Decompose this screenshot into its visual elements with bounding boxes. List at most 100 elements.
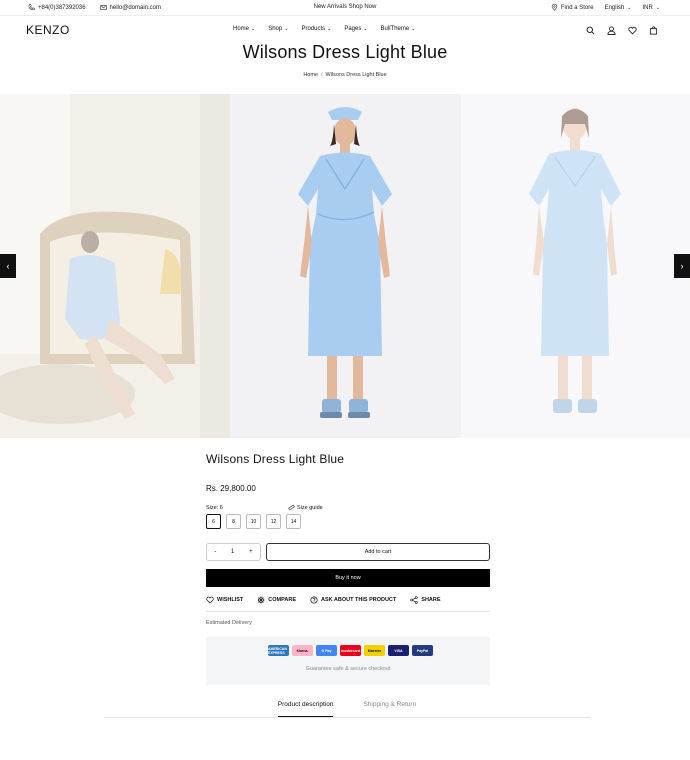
nav-item-shop[interactable]: Shop ⌄	[268, 26, 288, 32]
estimated-delivery: Estimated Delivery	[206, 620, 252, 626]
language-value: English	[604, 4, 625, 11]
main-nav: Home ⌄ Shop ⌄ Products ⌄ Pages ⌄ BullTheme ⌄	[233, 26, 415, 32]
amex-icon: AMERICAN EXPRESS	[268, 645, 289, 656]
tab-product-description[interactable]: Product description	[277, 697, 334, 717]
compare-label: COMPARE	[268, 597, 296, 603]
breadcrumb-separator: /	[321, 72, 323, 78]
google-pay-icon: G Pay	[316, 645, 337, 656]
share-label: SHARE	[421, 597, 441, 603]
product-price: Rs. 29,800.00	[206, 484, 256, 493]
ask-label: ASK ABOUT THIS PRODUCT	[321, 597, 397, 603]
site-logo[interactable]: KENZO	[26, 23, 70, 37]
size-options: 6 8 10 12 14	[206, 514, 490, 529]
ruler-icon	[288, 504, 295, 511]
compare-icon	[257, 596, 265, 604]
chevron-left-icon: ‹	[6, 261, 10, 271]
product-image-front[interactable]	[230, 94, 461, 438]
chevron-right-icon: ›	[680, 261, 684, 271]
size-option-14[interactable]: 14	[286, 514, 301, 529]
secure-checkout-box: AMERICAN EXPRESS Klarna. G Pay mastercar…	[206, 637, 490, 685]
qty-value[interactable]: 1	[231, 549, 234, 555]
quantity-stepper: - 1 +	[206, 543, 261, 561]
nav-label: Products	[301, 26, 326, 32]
account-icon[interactable]	[607, 26, 616, 35]
guarantee-text: Guarantee safe & secure checkout	[305, 666, 391, 672]
product-title: Wilsons Dress Light Blue	[206, 452, 345, 466]
nav-item-pages[interactable]: Pages ⌄	[344, 26, 367, 32]
product-image-front-2[interactable]	[461, 94, 690, 438]
page-title: Wilsons Dress Light Blue	[242, 42, 448, 62]
product-details: Wilsons Dress Light Blue Rs. 29,800.00 S…	[206, 452, 490, 626]
product-actions: WISHLIST COMPARE ASK ABOUT THIS PRODUCT …	[206, 596, 490, 604]
ask-question-button[interactable]: ASK ABOUT THIS PRODUCT	[310, 596, 396, 604]
question-icon	[310, 596, 318, 604]
mastercard-icon: mastercard	[340, 645, 361, 656]
size-label: Size	[206, 504, 217, 511]
chevron-down-icon: ⌄	[655, 4, 660, 11]
size-option-10[interactable]: 10	[246, 514, 261, 529]
nav-item-products[interactable]: Products ⌄	[301, 26, 331, 32]
gallery-next-button[interactable]: ›	[674, 254, 690, 278]
nav-item-bulltheme[interactable]: BullTheme ⌄	[381, 26, 416, 32]
size-selected-value: 6	[219, 504, 223, 511]
size-option-8[interactable]: 8	[226, 514, 241, 529]
paypal-icon: PayPal	[412, 645, 433, 656]
payment-icons: AMERICAN EXPRESS Klarna. G Pay mastercar…	[268, 645, 433, 656]
main-header: KENZO Home ⌄ Shop ⌄ Products ⌄ Pages ⌄ BullT…	[0, 17, 690, 45]
top-bar: +84(0)387392036 hello@domain.com New Arr…	[0, 0, 690, 16]
product-tabs: Product description Shipping & Return	[104, 697, 590, 718]
currency-select[interactable]: INR ⌄	[642, 4, 660, 11]
size-label-group: Size: 6	[206, 504, 223, 511]
image-model-front-2	[461, 94, 690, 438]
chevron-down-icon: ⌄	[627, 4, 632, 11]
wishlist-button[interactable]: WISHLIST	[206, 596, 243, 604]
nav-item-home[interactable]: Home ⌄	[233, 26, 255, 32]
nav-label: Shop	[268, 26, 283, 32]
find-store-link[interactable]: Find a Store	[551, 4, 594, 11]
chevron-down-icon: ⌄	[284, 26, 289, 32]
size-option-12[interactable]: 12	[266, 514, 281, 529]
buy-now-button[interactable]: Buy it now	[206, 569, 490, 587]
share-icon	[410, 596, 418, 604]
share-button[interactable]: SHARE	[410, 596, 441, 604]
chevron-down-icon: ⌄	[327, 26, 332, 32]
search-icon[interactable]	[586, 26, 595, 35]
image-model-front	[230, 94, 461, 438]
chevron-down-icon: ⌄	[411, 26, 416, 32]
compare-button[interactable]: COMPARE	[257, 596, 296, 604]
cart-bag-icon[interactable]	[649, 26, 658, 35]
breadcrumb: Home / Wilsons Dress Light Blue	[0, 72, 690, 78]
heart-icon	[206, 596, 214, 604]
header-icons	[586, 26, 658, 35]
size-row: Size: 6 Size guide	[206, 504, 490, 511]
language-select[interactable]: English ⌄	[605, 4, 632, 11]
divider	[206, 611, 490, 612]
currency-value: INR	[642, 4, 653, 11]
qty-increase-button[interactable]: +	[249, 549, 253, 555]
breadcrumb-home-link[interactable]: Home	[303, 72, 318, 78]
image-lifestyle-illustration	[0, 94, 230, 438]
nav-label: BullTheme	[380, 26, 410, 32]
chevron-down-icon: ⌄	[363, 26, 368, 32]
buy-row: - 1 + Add to cart	[206, 543, 490, 561]
nav-label: Pages	[344, 26, 362, 32]
breadcrumb-current: Wilsons Dress Light Blue	[325, 72, 387, 78]
qty-decrease-button[interactable]: -	[214, 549, 216, 555]
gallery-prev-button[interactable]: ‹	[0, 254, 16, 278]
tab-shipping-return[interactable]: Shipping & Return	[363, 697, 416, 717]
product-image-lifestyle[interactable]	[0, 94, 230, 438]
wishlist-label: WISHLIST	[217, 597, 244, 603]
size-guide-link[interactable]: Size guide	[288, 504, 323, 511]
product-gallery	[0, 94, 690, 438]
visa-icon: VISA	[388, 645, 409, 656]
location-pin-icon	[551, 4, 558, 11]
maestro-icon: Maestro	[364, 645, 385, 656]
size-guide-label: Size guide	[297, 504, 323, 511]
wishlist-heart-icon[interactable]	[628, 26, 637, 35]
klarna-icon: Klarna.	[292, 645, 313, 656]
chevron-down-icon: ⌄	[251, 26, 256, 32]
size-option-6[interactable]: 6	[206, 514, 221, 529]
nav-label: Home	[233, 26, 250, 32]
add-to-cart-button[interactable]: Add to cart	[266, 543, 490, 561]
find-store-label: Find a Store	[560, 4, 594, 11]
